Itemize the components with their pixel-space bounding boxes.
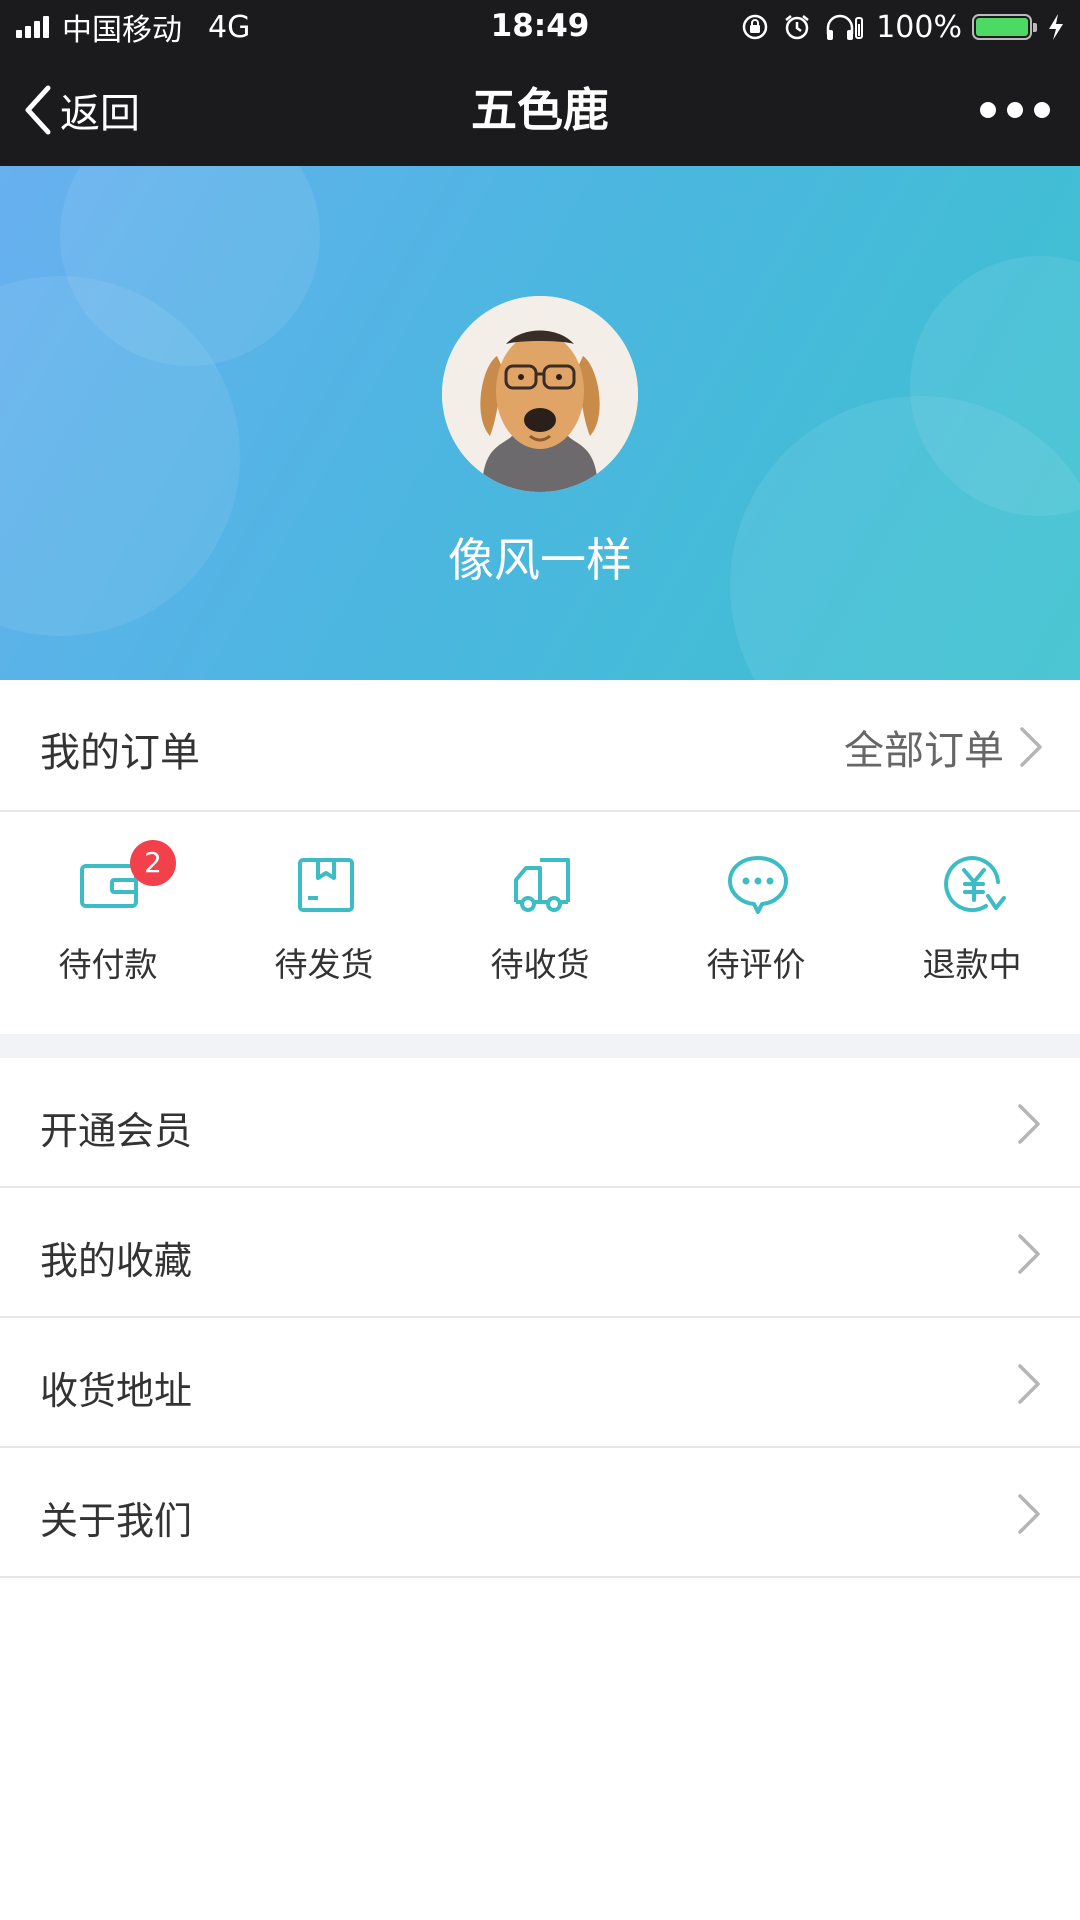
status-label: 待付款 — [58, 945, 158, 984]
dog-avatar-icon — [442, 296, 638, 492]
refund-yen-icon — [944, 856, 1006, 912]
order-status-pending-payment[interactable]: 2 待付款 — [0, 812, 216, 1034]
status-right: 100% — [728, 8, 1066, 46]
orders-header: 我的订单 全部订单 — [0, 680, 1080, 812]
battery-icon — [972, 14, 1037, 40]
badge-count: 2 — [130, 840, 176, 886]
battery-percent: 100% — [876, 9, 962, 45]
menu-item-label: 开通会员 — [40, 1109, 193, 1153]
username: 像风一样 — [448, 533, 632, 587]
truck-icon — [514, 858, 570, 912]
status-bar: 中国移动 4G 18:49 100% — [0, 0, 1080, 54]
menu-list: 开通会员 我的收藏 收货地址 关于我们 — [0, 1058, 1080, 1578]
order-status-refunding[interactable]: 退款中 — [864, 812, 1080, 1034]
status-label: 退款中 — [922, 945, 1022, 984]
menu-item-label: 关于我们 — [40, 1499, 193, 1543]
more-dot-icon — [1007, 102, 1023, 118]
menu-item-label: 我的收藏 — [40, 1239, 193, 1283]
order-status-to-ship[interactable]: 待发货 — [216, 812, 432, 1034]
order-status-to-review[interactable]: 待评价 — [648, 812, 864, 1034]
chevron-right-icon — [1020, 727, 1042, 767]
chevron-right-icon — [1018, 1234, 1040, 1274]
order-status-row: 2 待付款 待发货 待收货 待评价 退款中 — [0, 812, 1080, 1034]
status-label: 待发货 — [274, 945, 374, 984]
charging-bolt-icon — [1049, 14, 1063, 40]
rotation-lock-icon — [742, 14, 768, 40]
menu-item-membership[interactable]: 开通会员 — [0, 1058, 1080, 1188]
chevron-right-icon — [1018, 1104, 1040, 1144]
avatar[interactable] — [442, 296, 638, 492]
menu-item-label: 收货地址 — [40, 1369, 193, 1413]
all-orders-link[interactable]: 全部订单 — [844, 718, 1044, 776]
alarm-icon — [785, 15, 809, 40]
nav-bar: 返回 五色鹿 — [0, 54, 1080, 166]
chevron-right-icon — [1018, 1494, 1040, 1534]
status-label: 待评价 — [706, 945, 806, 984]
all-orders-label: 全部订单 — [844, 728, 1004, 774]
headphones-icon — [826, 14, 864, 40]
orders-title: 我的订单 — [40, 730, 200, 776]
page-title: 五色鹿 — [471, 83, 609, 137]
package-icon — [298, 858, 354, 912]
more-dot-icon — [1034, 102, 1050, 118]
order-status-to-receive[interactable]: 待收货 — [432, 812, 648, 1034]
chevron-right-icon — [1018, 1364, 1040, 1404]
status-label: 待收货 — [490, 945, 590, 984]
more-button[interactable] — [980, 92, 1050, 128]
menu-item-favorites[interactable]: 我的收藏 — [0, 1188, 1080, 1318]
more-dot-icon — [980, 102, 996, 118]
chat-bubble-icon — [728, 856, 788, 914]
profile-banner: 像风一样 — [0, 166, 1080, 680]
menu-item-about[interactable]: 关于我们 — [0, 1448, 1080, 1578]
menu-item-address[interactable]: 收货地址 — [0, 1318, 1080, 1448]
section-divider — [0, 1034, 1080, 1058]
